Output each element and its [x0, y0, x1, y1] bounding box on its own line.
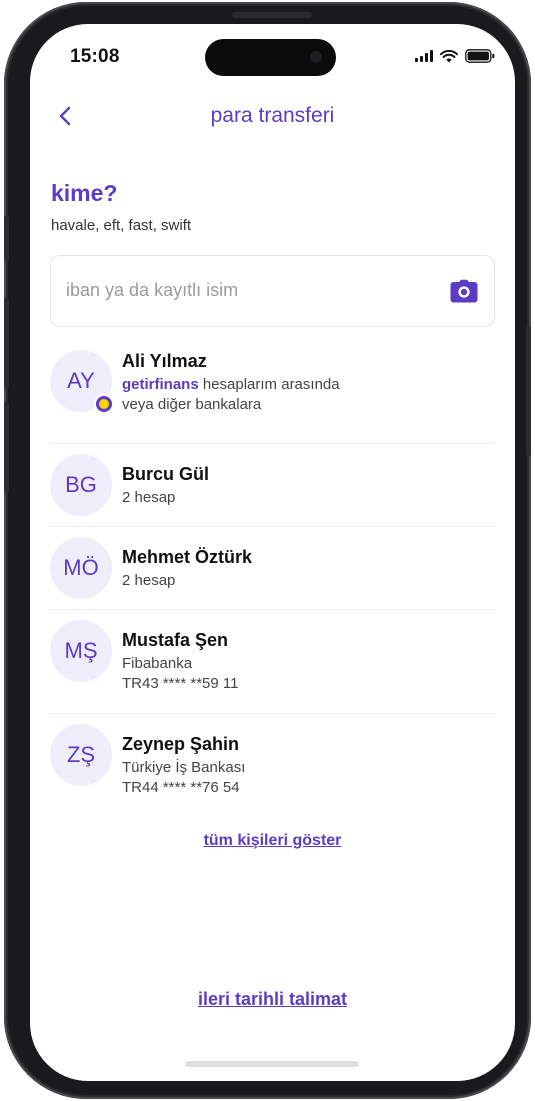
contact-info: Burcu Gül 2 hesap — [122, 454, 209, 508]
contact-bank: Fibabanka — [122, 655, 193, 672]
action-button — [4, 216, 9, 261]
brand-logo-text: getirfinans — [122, 376, 199, 393]
avatar-initials: BG — [65, 472, 97, 497]
camera-icon[interactable] — [450, 279, 478, 303]
volume-up-button — [4, 298, 9, 388]
contact-name: Burcu Gül — [122, 464, 210, 484]
earpiece — [232, 12, 312, 18]
phone-frame: 15:08 para transferi kime? havale, eft, … — [4, 2, 531, 1099]
contact-info: Zeynep Şahin Türkiye İş Bankası TR44 ***… — [122, 724, 245, 798]
contact-iban: TR43 **** **59 11 — [122, 675, 239, 692]
section-heading: kime? — [51, 180, 118, 206]
contact-row[interactable]: BG Burcu Gül 2 hesap — [50, 444, 495, 527]
wifi-icon — [440, 49, 458, 62]
page-title: para transferi — [210, 104, 335, 127]
contact-row[interactable]: MŞ Mustafa Şen Fibabanka TR43 **** **59 … — [50, 610, 495, 714]
future-order-link[interactable]: ileri tarihli talimat — [30, 989, 515, 1010]
avatar: ZŞ — [50, 724, 112, 786]
search-input[interactable] — [66, 280, 436, 301]
search-box[interactable] — [50, 255, 495, 327]
camera-lens — [310, 51, 322, 63]
home-indicator[interactable] — [185, 1061, 359, 1067]
contact-name: Mustafa Şen — [122, 630, 229, 650]
screen: 15:08 para transferi kime? havale, eft, … — [30, 24, 515, 1081]
contact-detail: 2 hesap — [122, 572, 176, 589]
volume-down-button — [4, 402, 9, 492]
dynamic-island — [205, 39, 336, 76]
show-all-contacts-link[interactable]: tüm kişileri göster — [30, 832, 515, 850]
avatar-initials: ZŞ — [66, 742, 96, 767]
contact-detail: getirfinans hesaplarım arasında — [122, 375, 340, 395]
contact-detail-text: hesaplarım arasında — [198, 376, 340, 393]
contact-info: Mehmet Öztürk 2 hesap — [122, 537, 252, 591]
contact-name: Mehmet Öztürk — [122, 547, 253, 567]
power-button — [526, 326, 531, 456]
contact-list: AY Ali Yılmaz getirfinans hesaplarım ara… — [50, 342, 495, 818]
avatar-initials: MŞ — [64, 638, 98, 663]
contact-row[interactable]: MÖ Mehmet Öztürk 2 hesap — [50, 527, 495, 610]
avatar-initials: MÖ — [63, 555, 99, 580]
status-time: 15:08 — [70, 46, 120, 67]
signal-icon — [415, 50, 433, 62]
avatar-initials: AY — [67, 368, 95, 393]
contact-detail: 2 hesap — [122, 489, 176, 506]
contact-detail-2: veya diğer bankalara — [122, 396, 262, 413]
avatar: AY — [50, 350, 114, 414]
contact-name: Zeynep Şahin — [122, 734, 240, 754]
getir-badge-icon — [94, 394, 114, 414]
avatar: MÖ — [50, 537, 112, 599]
contact-info: Ali Yılmaz getirfinans hesaplarım arasın… — [122, 350, 340, 415]
battery-icon — [465, 49, 495, 63]
avatar: BG — [50, 454, 112, 516]
contact-iban: TR44 **** **76 54 — [122, 779, 240, 796]
contact-info: Mustafa Şen Fibabanka TR43 **** **59 11 — [122, 620, 238, 694]
contact-name: Ali Yılmaz — [122, 351, 207, 371]
contact-row[interactable]: ZŞ Zeynep Şahin Türkiye İş Bankası TR44 … — [50, 714, 495, 818]
contact-row[interactable]: AY Ali Yılmaz getirfinans hesaplarım ara… — [50, 342, 495, 444]
avatar: MŞ — [50, 620, 112, 682]
status-icons — [415, 49, 495, 63]
contact-bank: Türkiye İş Bankası — [122, 759, 246, 776]
section-subheading: havale, eft, fast, swift — [51, 217, 192, 234]
